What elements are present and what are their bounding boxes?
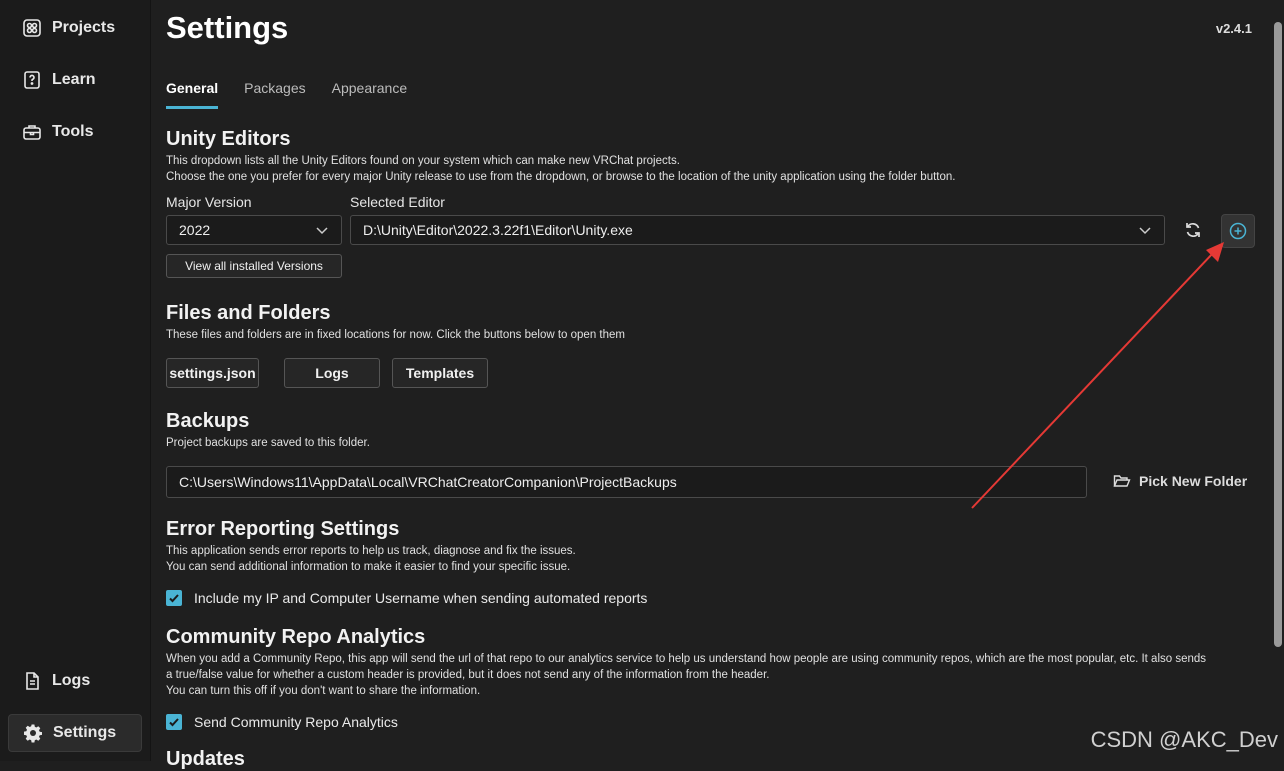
unity-editors-desc-2: Choose the one you prefer for every majo… <box>166 171 956 183</box>
tab-general[interactable]: General <box>166 80 219 109</box>
error-reporting-title: Error Reporting Settings <box>166 518 400 540</box>
community-analytics-checkbox[interactable] <box>166 714 182 730</box>
pick-new-folder-button[interactable]: Pick New Folder <box>1113 473 1247 489</box>
sidebar-item-label: Settings <box>53 724 117 741</box>
view-all-versions-button[interactable]: View all installed Versions <box>166 254 342 278</box>
chevron-down-icon <box>316 227 328 235</box>
community-analytics-desc-2: a true/false value for whether a custom … <box>166 669 770 681</box>
add-editor-button[interactable] <box>1221 214 1255 248</box>
settings-json-button[interactable]: settings.json <box>166 358 259 388</box>
settings-page: Settings v2.4.1 General Packages Appeara… <box>150 0 1270 770</box>
backup-path-field[interactable]: C:\Users\Windows11\AppData\Local\VRChatC… <box>166 466 1087 498</box>
major-version-value: 2022 <box>179 222 211 238</box>
gear-icon <box>24 724 42 743</box>
sidebar-item-logs[interactable]: Logs <box>8 662 142 700</box>
selected-editor-select[interactable]: D:\Unity\Editor\2022.3.22f1\Editor\Unity… <box>350 215 1165 245</box>
community-analytics-label: Send Community Repo Analytics <box>194 714 398 730</box>
backups-desc: Project backups are saved to this folder… <box>166 437 370 449</box>
unity-editors-title: Unity Editors <box>166 128 291 150</box>
refresh-editors-button[interactable] <box>1177 214 1209 246</box>
files-folders-title: Files and Folders <box>166 302 331 324</box>
scrollbar[interactable] <box>1274 22 1282 647</box>
selected-editor-label: Selected Editor <box>350 194 445 210</box>
community-analytics-title: Community Repo Analytics <box>166 626 426 648</box>
folder-open-icon <box>1113 475 1131 487</box>
include-ip-checkbox[interactable] <box>166 590 182 606</box>
tab-packages[interactable]: Packages <box>244 80 305 109</box>
document-icon <box>26 672 39 690</box>
help-book-icon <box>24 71 40 89</box>
sidebar-item-label: Learn <box>52 71 96 88</box>
add-circle-icon <box>1229 222 1247 240</box>
check-icon <box>169 718 179 727</box>
toolbox-icon <box>23 125 41 140</box>
sidebar-item-tools[interactable]: Tools <box>8 113 142 151</box>
logs-folder-button[interactable]: Logs <box>284 358 380 388</box>
tab-bar: General Packages Appearance <box>166 80 407 109</box>
community-analytics-desc-3: You can turn this off if you don't want … <box>166 685 481 697</box>
chevron-down-icon <box>1139 227 1151 235</box>
sidebar-item-settings[interactable]: Settings <box>8 714 142 752</box>
updates-title: Updates <box>166 748 245 770</box>
check-icon <box>169 594 179 603</box>
major-version-label: Major Version <box>166 194 252 210</box>
sidebar-item-label: Logs <box>52 672 91 689</box>
backups-title: Backups <box>166 410 250 432</box>
templates-folder-button[interactable]: Templates <box>392 358 488 388</box>
watermark: CSDN @AKC_Dev <box>1090 727 1278 752</box>
community-analytics-desc-1: When you add a Community Repo, this app … <box>166 653 1207 665</box>
tab-appearance[interactable]: Appearance <box>332 80 408 109</box>
error-reporting-desc-2: You can send additional information to m… <box>166 561 571 573</box>
sidebar-item-projects[interactable]: Projects <box>8 9 142 47</box>
files-folders-desc: These files and folders are in fixed loc… <box>166 329 625 341</box>
sidebar-item-label: Projects <box>52 19 116 36</box>
page-title: Settings <box>166 10 289 45</box>
version-label: v2.4.1 <box>1215 21 1252 36</box>
include-ip-label: Include my IP and Computer Username when… <box>194 590 648 606</box>
include-ip-option: Include my IP and Computer Username when… <box>166 590 647 606</box>
error-reporting-desc-1: This application sends error reports to … <box>166 545 576 557</box>
pick-new-folder-label: Pick New Folder <box>1139 473 1248 489</box>
sidebar-item-label: Tools <box>52 123 94 140</box>
refresh-icon <box>1186 222 1200 238</box>
selected-editor-value: D:\Unity\Editor\2022.3.22f1\Editor\Unity… <box>363 222 633 238</box>
major-version-select[interactable]: 2022 <box>166 215 342 245</box>
community-analytics-option: Send Community Repo Analytics <box>166 714 398 730</box>
unity-editors-desc-1: This dropdown lists all the Unity Editor… <box>166 155 680 167</box>
grid-icon <box>23 19 41 37</box>
sidebar-item-learn[interactable]: Learn <box>8 61 142 99</box>
sidebar: Projects Learn Tools Logs Settings <box>0 0 151 761</box>
